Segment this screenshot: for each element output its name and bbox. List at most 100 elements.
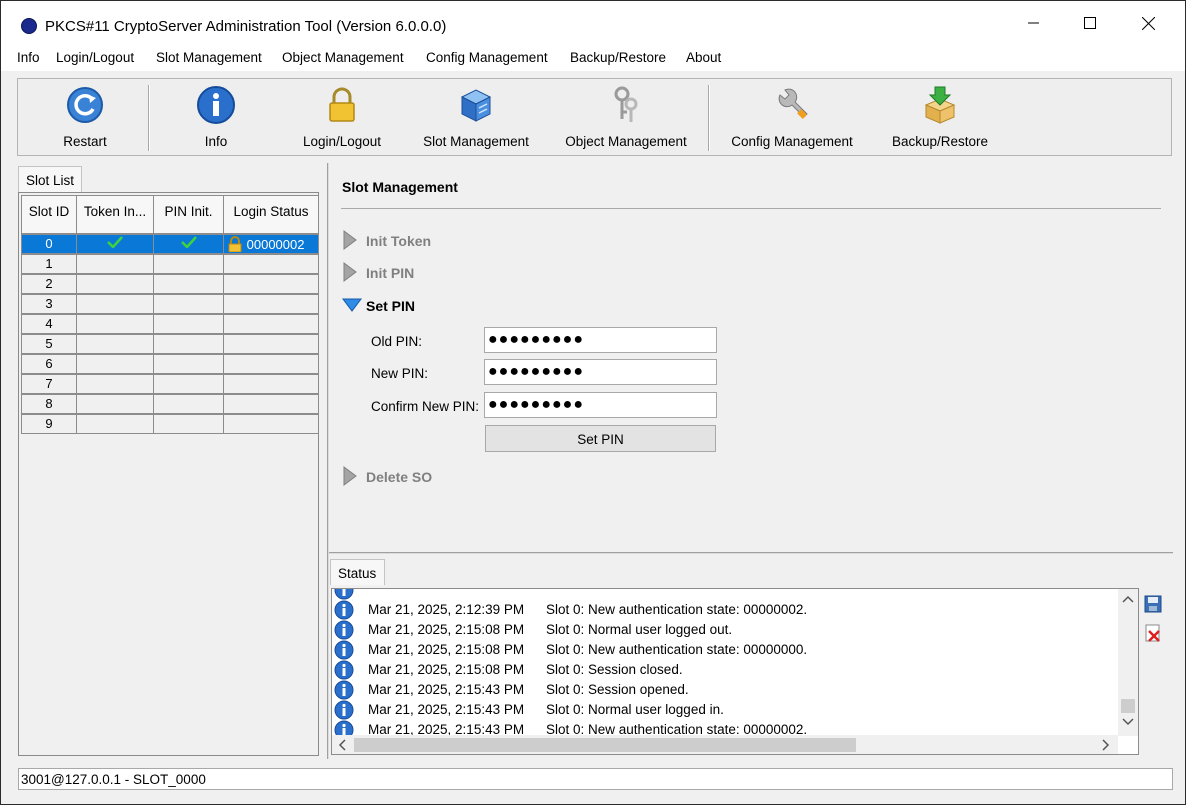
slot-id-cell: 7 [21, 372, 77, 394]
table-row[interactable]: 3 [21, 292, 319, 314]
scroll-up-icon [1122, 595, 1134, 603]
backup-restore-button[interactable]: Backup/Restore [886, 79, 994, 155]
checkmark-icon [107, 236, 123, 249]
table-row[interactable]: 7 [21, 372, 319, 394]
checkmark-icon [180, 236, 197, 249]
log-time: Mar 21, 2025, 2:15:08 PM [368, 622, 525, 637]
object-management-button[interactable]: Object Management [560, 79, 692, 155]
log-message: Slot 0: Normal user logged out. [546, 622, 733, 637]
scroll-left-icon [338, 739, 346, 751]
menu-backup-restore[interactable]: Backup/Restore [570, 50, 666, 65]
info-icon [334, 640, 354, 660]
table-cell [153, 392, 224, 414]
confirm-pin-field[interactable]: ●●●●●●●●● [484, 392, 717, 418]
clear-log-icon[interactable] [1144, 624, 1162, 642]
column-login-status[interactable]: Login Status [223, 195, 319, 234]
table-row[interactable]: 2 [21, 272, 319, 294]
maximize-button[interactable] [1061, 1, 1119, 45]
table-cell [223, 372, 319, 394]
collapsed-arrow-icon [343, 262, 357, 282]
table-cell [223, 252, 319, 274]
connection-status-bar: 3001@127.0.0.1 - SLOT_0000 [18, 768, 1173, 790]
tab-status[interactable]: Status [330, 559, 385, 585]
close-icon [1141, 16, 1155, 30]
old-pin-field[interactable]: ●●●●●●●●● [484, 327, 717, 353]
table-cell [76, 412, 154, 434]
table-row[interactable]: 8 [21, 392, 319, 414]
log-time: Mar 21, 2025, 2:15:08 PM [368, 662, 525, 677]
menu-bar: Info Login/Logout Slot Management Object… [1, 45, 1185, 71]
horizontal-scroll-thumb[interactable] [354, 738, 856, 752]
confirm-pin-label: Confirm New PIN: [371, 399, 480, 414]
new-pin-label: New PIN: [371, 366, 429, 381]
table-cell [153, 272, 224, 294]
menu-about[interactable]: About [686, 50, 721, 65]
table-cell [223, 292, 319, 314]
login-logout-label: Login/Logout [302, 134, 382, 149]
table-cell [76, 372, 154, 394]
restart-icon [67, 87, 103, 123]
vertical-scroll-thumb[interactable] [1121, 699, 1135, 713]
slot-id-cell: 9 [21, 412, 77, 434]
restart-button[interactable]: Restart [40, 79, 130, 155]
login-logout-button[interactable]: Login/Logout [296, 79, 388, 155]
slot-management-button[interactable]: Slot Management [418, 79, 534, 155]
info-icon [334, 660, 354, 680]
restart-label: Restart [63, 134, 107, 149]
menu-info[interactable]: Info [17, 50, 40, 65]
old-pin-label: Old PIN: [371, 334, 423, 349]
toolbar: Restart Info Login/Logout Slot Managemen… [17, 78, 1172, 156]
vertical-scrollbar[interactable] [1118, 589, 1138, 736]
table-row[interactable]: 4 [21, 312, 319, 334]
table-row[interactable]: 9 [21, 412, 319, 434]
menu-config-management[interactable]: Config Management [426, 50, 548, 65]
slot-id-cell: 3 [21, 292, 77, 314]
table-cell [76, 252, 154, 274]
menu-object-management[interactable]: Object Management [282, 50, 404, 65]
table-cell [153, 412, 224, 434]
new-pin-field[interactable]: ●●●●●●●●● [484, 359, 717, 385]
split-pane-divider-horizontal[interactable] [329, 552, 1173, 554]
table-row-selected[interactable]: 0 00000002 [21, 232, 319, 254]
menu-slot-management[interactable]: Slot Management [156, 50, 262, 65]
horizontal-scrollbar[interactable] [332, 735, 1118, 754]
init-pin-label: Init PIN [366, 265, 415, 281]
status-log-panel: Mar 21, 2025, 2:12:39 PM Slot 0: New aut… [331, 588, 1139, 755]
table-row[interactable]: 5 [21, 332, 319, 354]
slot-list-panel: Slot ID Token In... PIN Init. Login Stat… [18, 192, 319, 756]
column-slot-id[interactable]: Slot ID [21, 195, 77, 234]
table-row[interactable]: 1 [21, 252, 319, 274]
backup-restore-label: Backup/Restore [891, 134, 989, 149]
log-message: Slot 0: Normal user logged in. [546, 702, 724, 717]
table-cell [76, 272, 154, 294]
server-box-icon [460, 89, 492, 122]
minimize-button[interactable] [1005, 1, 1063, 45]
log-row: Mar 21, 2025, 2:12:39 PM Slot 0: New aut… [332, 599, 1119, 620]
backup-box-icon [924, 86, 956, 124]
info-button[interactable]: Info [176, 79, 256, 155]
status-log: Mar 21, 2025, 2:12:39 PM Slot 0: New aut… [332, 589, 1119, 740]
padlock-icon [228, 235, 242, 252]
log-row: Mar 21, 2025, 2:15:43 PM Slot 0: Normal … [332, 699, 1119, 720]
config-management-button[interactable]: Config Management [726, 79, 858, 155]
table-row[interactable]: 6 [21, 352, 319, 374]
table-cell [223, 272, 319, 294]
log-time: Mar 21, 2025, 2:12:39 PM [368, 602, 525, 617]
slot-id-cell: 2 [21, 272, 77, 294]
split-pane-divider[interactable] [327, 163, 329, 759]
slot-id-cell: 1 [21, 252, 77, 274]
maximize-icon [1084, 17, 1096, 29]
save-log-icon[interactable] [1144, 595, 1162, 613]
login-status-value: 00000002 [246, 236, 305, 252]
slot-id-cell: 6 [21, 352, 77, 374]
info-icon [197, 86, 235, 124]
column-pin-init[interactable]: PIN Init. [153, 195, 224, 234]
column-token-init[interactable]: Token In... [76, 195, 154, 234]
close-button[interactable] [1119, 1, 1177, 45]
table-cell [223, 332, 319, 354]
app-window: PKCS#11 CryptoServer Administration Tool… [0, 0, 1186, 805]
tab-slot-list[interactable]: Slot List [18, 166, 83, 192]
menu-login-logout[interactable]: Login/Logout [56, 50, 134, 65]
set-pin-button[interactable]: Set PIN [485, 425, 716, 452]
table-cell [153, 292, 224, 314]
